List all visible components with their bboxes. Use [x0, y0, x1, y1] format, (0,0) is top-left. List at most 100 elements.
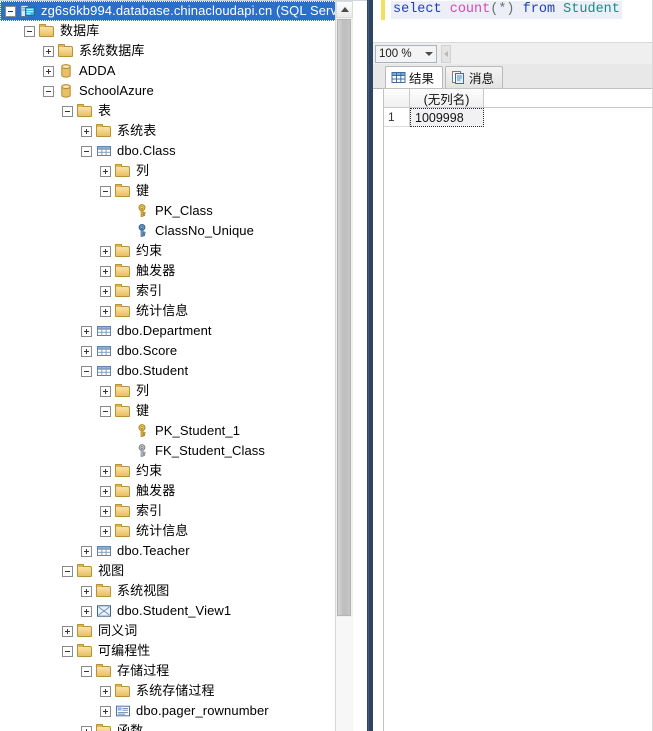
tree-expander[interactable]: [81, 545, 92, 557]
scrollbar-track[interactable]: [336, 617, 353, 731]
tree-expander[interactable]: [100, 685, 111, 697]
tree-expander[interactable]: [62, 625, 73, 637]
tree-node[interactable]: dbo.Teacher: [0, 541, 353, 561]
tree-node[interactable]: zg6s6kb994.database.chinacloudapi.cn (SQ…: [0, 1, 353, 21]
tree-expander[interactable]: [24, 25, 35, 37]
grid-row-number[interactable]: 1: [384, 108, 410, 127]
tree-node[interactable]: 同义词: [0, 621, 353, 641]
tree-node[interactable]: 统计信息: [0, 521, 353, 541]
splitter-left-arrow-icon[interactable]: [441, 45, 451, 63]
grid-corner-cell[interactable]: [384, 89, 410, 108]
tab-messages[interactable]: 消息: [445, 66, 503, 88]
tree-node[interactable]: 列: [0, 381, 353, 401]
tree-node[interactable]: 触发器: [0, 481, 353, 501]
tree-node[interactable]: 索引: [0, 501, 353, 521]
tree-node[interactable]: 约束: [0, 241, 353, 261]
sql-editor[interactable]: select count(*) from Student: [373, 0, 653, 42]
tree-expander[interactable]: [100, 305, 111, 317]
tree-expander[interactable]: [100, 385, 111, 397]
tree-node[interactable]: ClassNo_Unique: [0, 221, 353, 241]
tree-expander-none: [119, 226, 130, 237]
tree-node[interactable]: dbo.Student: [0, 361, 353, 381]
tree-expander[interactable]: [81, 605, 92, 617]
tree-node[interactable]: 函数: [0, 721, 353, 731]
ssms-window: zg6s6kb994.database.chinacloudapi.cn (SQ…: [0, 0, 653, 731]
tree-expander[interactable]: [100, 165, 111, 177]
tree-expander[interactable]: [100, 285, 111, 297]
tree-node[interactable]: 可编程性: [0, 641, 353, 661]
tree-node[interactable]: 视图: [0, 561, 353, 581]
tree-node[interactable]: ADDA: [0, 61, 353, 81]
tree-expander[interactable]: [5, 5, 16, 17]
results-grid-header: (无列名): [384, 89, 653, 108]
tree-expander[interactable]: [81, 325, 92, 337]
tree-node[interactable]: 触发器: [0, 261, 353, 281]
tree-expander[interactable]: [43, 45, 54, 57]
tree-expander[interactable]: [100, 505, 111, 517]
tree-node[interactable]: 系统表: [0, 121, 353, 141]
view-icon: [96, 603, 112, 619]
tree-expander[interactable]: [81, 665, 92, 677]
tree-expander[interactable]: [62, 645, 73, 657]
zoom-level-combobox[interactable]: 100 %: [375, 45, 437, 63]
tree-node[interactable]: 键: [0, 401, 353, 421]
tab-results[interactable]: 结果: [385, 66, 443, 88]
tree-node[interactable]: dbo.pager_rownumber: [0, 701, 353, 721]
tree-node[interactable]: dbo.Student_View1: [0, 601, 353, 621]
tree-expander[interactable]: [43, 85, 54, 97]
folder-icon: [115, 283, 131, 299]
table-row[interactable]: 1 1009998: [384, 108, 653, 127]
tree-node[interactable]: 索引: [0, 281, 353, 301]
tree-node[interactable]: PK_Class: [0, 201, 353, 221]
tree-expander[interactable]: [100, 465, 111, 477]
tree-expander[interactable]: [81, 345, 92, 357]
tree-expander[interactable]: [81, 365, 92, 377]
tree-expander[interactable]: [100, 485, 111, 497]
tree-expander[interactable]: [81, 145, 92, 157]
tree-expander[interactable]: [43, 65, 54, 77]
tree-node[interactable]: 表: [0, 101, 353, 121]
tree-node[interactable]: PK_Student_1: [0, 421, 353, 441]
tree-node[interactable]: dbo.Score: [0, 341, 353, 361]
tree-node[interactable]: SchoolAzure: [0, 81, 353, 101]
scroll-up-arrow[interactable]: [336, 1, 353, 18]
tree-node[interactable]: 系统存储过程: [0, 681, 353, 701]
tree-node[interactable]: 约束: [0, 461, 353, 481]
sql-query-text[interactable]: select count(*) from Student: [391, 1, 622, 19]
tree-node[interactable]: dbo.Department: [0, 321, 353, 341]
tree-node[interactable]: FK_Student_Class: [0, 441, 353, 461]
folder-icon: [77, 623, 93, 639]
tree-node[interactable]: 系统数据库: [0, 41, 353, 61]
tree-node[interactable]: 存储过程: [0, 661, 353, 681]
grid-column-header[interactable]: (无列名): [410, 89, 484, 108]
tree-node[interactable]: 数据库: [0, 21, 353, 41]
tree-node[interactable]: 键: [0, 181, 353, 201]
grid-cell-value[interactable]: 1009998: [410, 108, 484, 127]
tree-node-label: SchoolAzure: [79, 83, 154, 98]
tree-expander[interactable]: [100, 525, 111, 537]
tree-expander[interactable]: [81, 125, 92, 137]
folder-icon: [115, 523, 131, 539]
tree-expander[interactable]: [100, 245, 111, 257]
tree-expander[interactable]: [81, 585, 92, 597]
tree-expander[interactable]: [81, 725, 92, 731]
tree-node[interactable]: 系统视图: [0, 581, 353, 601]
tree-expander[interactable]: [100, 405, 111, 417]
tree-expander[interactable]: [100, 705, 111, 717]
chevron-down-icon[interactable]: [422, 52, 436, 56]
object-explorer-tree[interactable]: zg6s6kb994.database.chinacloudapi.cn (SQ…: [0, 1, 353, 731]
tree-node[interactable]: 列: [0, 161, 353, 181]
tree-node[interactable]: dbo.Class: [0, 141, 353, 161]
tree-node[interactable]: 统计信息: [0, 301, 353, 321]
tree-node-label: dbo.Student: [117, 363, 189, 378]
folder-icon: [96, 123, 112, 139]
tree-node-label: 系统数据库: [79, 43, 145, 58]
tree-expander[interactable]: [100, 185, 111, 197]
object-explorer-scrollbar[interactable]: [335, 1, 353, 731]
tree-expander[interactable]: [100, 265, 111, 277]
scrollbar-thumb[interactable]: [337, 19, 351, 616]
results-grid[interactable]: (无列名) 1 1009998: [383, 88, 653, 731]
tree-expander[interactable]: [62, 565, 73, 577]
tree-expander[interactable]: [62, 105, 73, 117]
